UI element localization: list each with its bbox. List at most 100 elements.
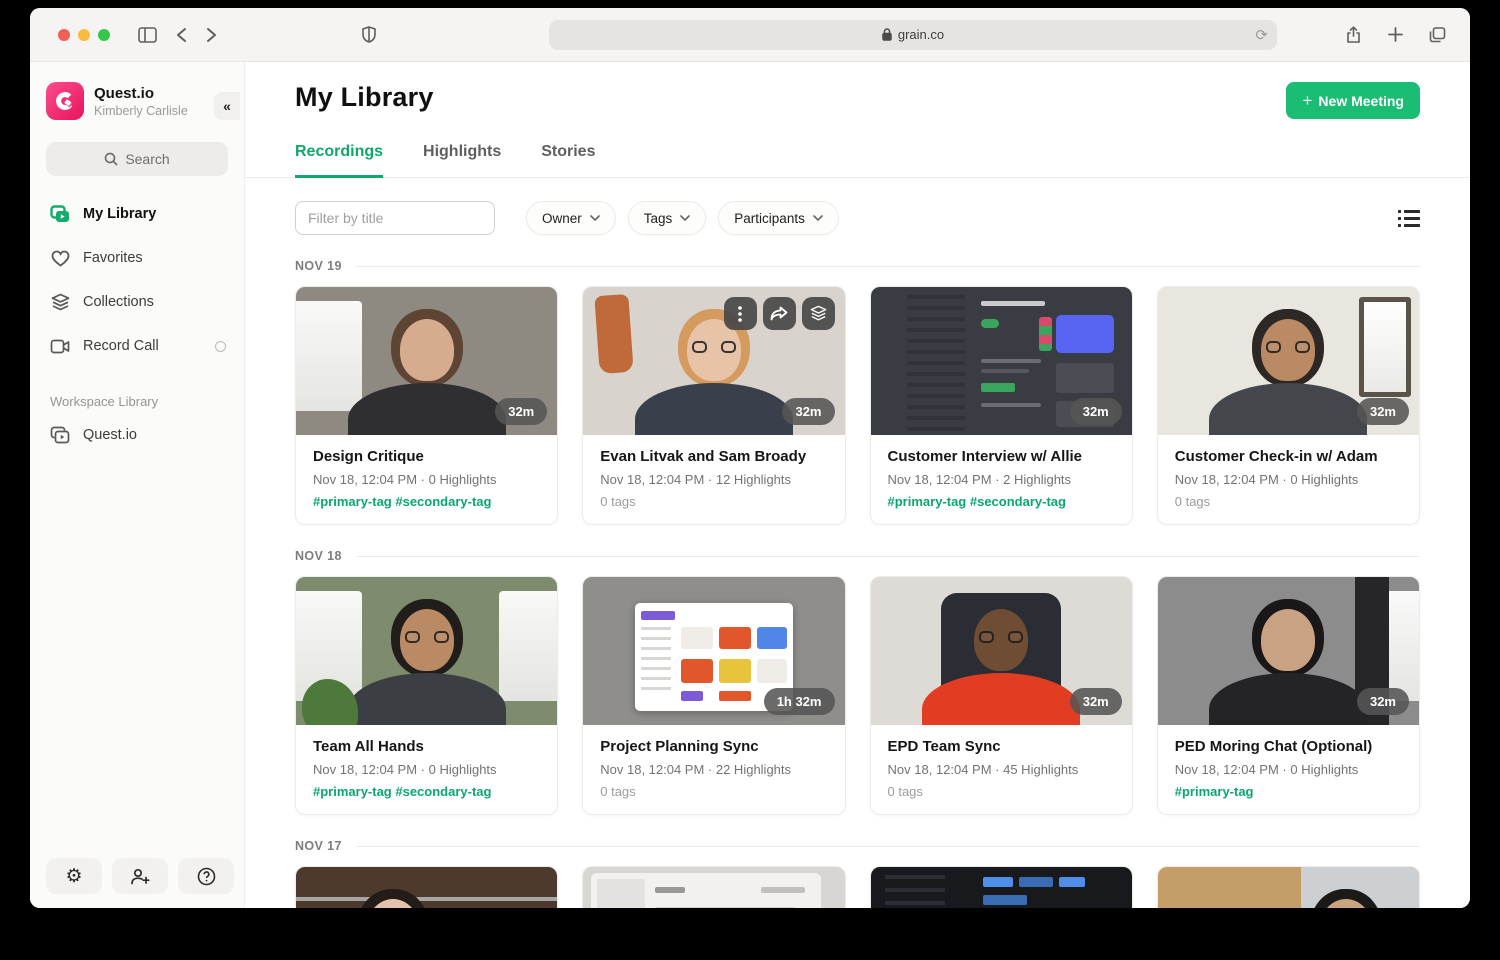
invite-member-button[interactable] xyxy=(112,858,168,894)
recording-card[interactable]: 32mEPD Team SyncNov 18, 12:04 PM · 45 Hi… xyxy=(870,576,1133,815)
recording-info: Design Critique Nov 18, 12:04 PM · 0 High… xyxy=(296,435,557,524)
recording-thumbnail[interactable]: 32m xyxy=(296,287,557,435)
plus-icon: + xyxy=(1302,92,1312,109)
recordings-grid: Team All HandsNov 18, 12:04 PM · 0 Highl… xyxy=(295,576,1420,815)
person-glasses xyxy=(692,341,736,353)
recording-thumbnail[interactable] xyxy=(296,577,557,725)
recording-meta: Nov 18, 12:04 PM · 0 Highlights xyxy=(313,472,540,487)
share-forward-button[interactable] xyxy=(763,297,796,330)
duration-badge: 32m xyxy=(495,398,547,425)
sidebar-item-label: Quest.io xyxy=(83,427,137,443)
tab-overview-icon[interactable] xyxy=(1422,20,1452,50)
screen-element xyxy=(757,659,787,683)
screen-element xyxy=(981,403,1041,407)
chevron-down-icon xyxy=(813,215,823,221)
traffic-lights[interactable] xyxy=(58,29,110,41)
tab-stories[interactable]: Stories xyxy=(541,143,595,178)
recording-thumbnail[interactable]: 32m xyxy=(871,287,1132,435)
sidebar-item-favorites[interactable]: Favorites xyxy=(30,236,244,280)
settings-button[interactable]: ⚙ xyxy=(46,858,102,894)
recording-meta: Nov 18, 12:04 PM · 0 Highlights xyxy=(1175,472,1402,487)
screen-element xyxy=(597,879,645,908)
list-view-toggle[interactable] xyxy=(1398,209,1420,228)
sidebar-item-label: Favorites xyxy=(83,250,143,266)
thumbnail-actions xyxy=(724,297,835,330)
recording-card[interactable]: 32mEvan Litvak and Sam BroadyNov 18, 12:… xyxy=(582,286,845,525)
workspace-logo[interactable] xyxy=(46,82,84,120)
recording-thumbnail[interactable] xyxy=(296,867,557,908)
recording-card[interactable]: Team All HandsNov 18, 12:04 PM · 0 Highl… xyxy=(295,576,558,815)
recording-thumbnail[interactable]: More filters xyxy=(871,867,1132,908)
date-section-header: NOV 19 xyxy=(295,259,1420,273)
back-button[interactable] xyxy=(166,20,196,50)
app-sidebar xyxy=(907,295,965,435)
reload-icon[interactable]: ⟳ xyxy=(1255,26,1268,44)
add-to-collection-button[interactable] xyxy=(802,297,835,330)
recording-tags: #primary-tag #secondary-tag xyxy=(888,494,1115,509)
tab-highlights[interactable]: Highlights xyxy=(423,143,501,178)
recording-card[interactable]: 32mCustomer Check-in w/ AdamNov 18, 12:0… xyxy=(1157,286,1420,525)
sidebar-item-collections[interactable]: Collections xyxy=(30,280,244,324)
share-icon[interactable] xyxy=(1338,20,1368,50)
recording-card[interactable]: 1h 32mProject Planning SyncNov 18, 12:04… xyxy=(582,576,845,815)
library-tabs: Recordings Highlights Stories xyxy=(245,143,1470,178)
new-meeting-button[interactable]: + New Meeting xyxy=(1286,82,1420,119)
recording-card[interactable]: More filters xyxy=(870,866,1133,908)
address-bar[interactable]: grain.co ⟳ xyxy=(549,20,1277,50)
recording-thumbnail[interactable]: 1h 32m xyxy=(583,577,844,725)
filter-by-title-input[interactable] xyxy=(295,201,495,235)
recording-thumbnail[interactable] xyxy=(583,867,844,908)
participants-filter-dropdown[interactable]: Participants xyxy=(718,201,839,235)
tags-filter-dropdown[interactable]: Tags xyxy=(628,201,707,235)
page-title: My Library xyxy=(295,82,434,113)
help-button[interactable] xyxy=(178,858,234,894)
recording-thumbnail[interactable]: 32m xyxy=(583,287,844,435)
recording-thumbnail[interactable]: 32m xyxy=(871,577,1132,725)
screen-element xyxy=(681,627,713,649)
zoom-window-button[interactable] xyxy=(98,29,110,41)
video-thumbnail-person xyxy=(1158,867,1419,908)
recording-card[interactable] xyxy=(295,866,558,908)
recording-card[interactable]: 32m Customer Interview w/ AllieNov 18, 12… xyxy=(870,286,1133,525)
green-toggle xyxy=(981,319,999,328)
sidebar-item-my-library[interactable]: My Library xyxy=(30,192,244,236)
recording-title: Design Critique xyxy=(313,448,540,465)
add-to-collection-icon xyxy=(810,305,827,322)
video-thumbnail-screenshare xyxy=(583,867,844,908)
recording-thumbnail[interactable]: 32m xyxy=(1158,577,1419,725)
chevron-down-icon xyxy=(590,215,600,221)
recording-tags: #primary-tag #secondary-tag xyxy=(313,494,540,509)
recording-card[interactable] xyxy=(582,866,845,908)
close-window-button[interactable] xyxy=(58,29,70,41)
tab-recordings[interactable]: Recordings xyxy=(295,143,383,178)
new-tab-icon[interactable] xyxy=(1380,20,1410,50)
sidebar-toggle-icon[interactable] xyxy=(132,20,162,50)
orange-card xyxy=(719,627,751,649)
owner-filter-dropdown[interactable]: Owner xyxy=(526,201,616,235)
sidebar-item-label: My Library xyxy=(83,206,156,222)
recording-info: Project Planning SyncNov 18, 12:04 PM · … xyxy=(583,725,844,814)
recording-info: Team All HandsNov 18, 12:04 PM · 0 Highl… xyxy=(296,725,557,814)
recording-card[interactable] xyxy=(1157,866,1420,908)
workspace-name[interactable]: Quest.io xyxy=(94,85,188,102)
recording-title: Evan Litvak and Sam Broady xyxy=(600,448,827,465)
sidebar-item-record-call[interactable]: Record Call xyxy=(30,324,244,368)
duration-badge: 32m xyxy=(1357,688,1409,715)
duration-badge: 32m xyxy=(1070,398,1122,425)
record-status-circle xyxy=(215,341,226,352)
recording-card[interactable]: 32mPED Moring Chat (Optional)Nov 18, 12:… xyxy=(1157,576,1420,815)
recording-info: Customer Interview w/ AllieNov 18, 12:04… xyxy=(871,435,1132,524)
forward-button[interactable] xyxy=(196,20,226,50)
screen-element xyxy=(981,369,1029,373)
recording-title: PED Moring Chat (Optional) xyxy=(1175,738,1402,755)
sidebar-item-quest-io[interactable]: Quest.io xyxy=(30,413,244,457)
recording-card[interactable]: 32m Design Critique Nov 18, 12:04 PM · 0 H… xyxy=(295,286,558,525)
privacy-shield-icon[interactable] xyxy=(354,20,384,50)
search-input[interactable]: Search xyxy=(46,142,228,176)
more-options-button[interactable] xyxy=(724,297,757,330)
recording-thumbnail[interactable]: 32m xyxy=(1158,287,1419,435)
recording-thumbnail[interactable] xyxy=(1158,867,1419,908)
more-options-icon xyxy=(738,306,742,322)
minimize-window-button[interactable] xyxy=(78,29,90,41)
sidebar-collapse-button[interactable]: « xyxy=(214,92,240,120)
